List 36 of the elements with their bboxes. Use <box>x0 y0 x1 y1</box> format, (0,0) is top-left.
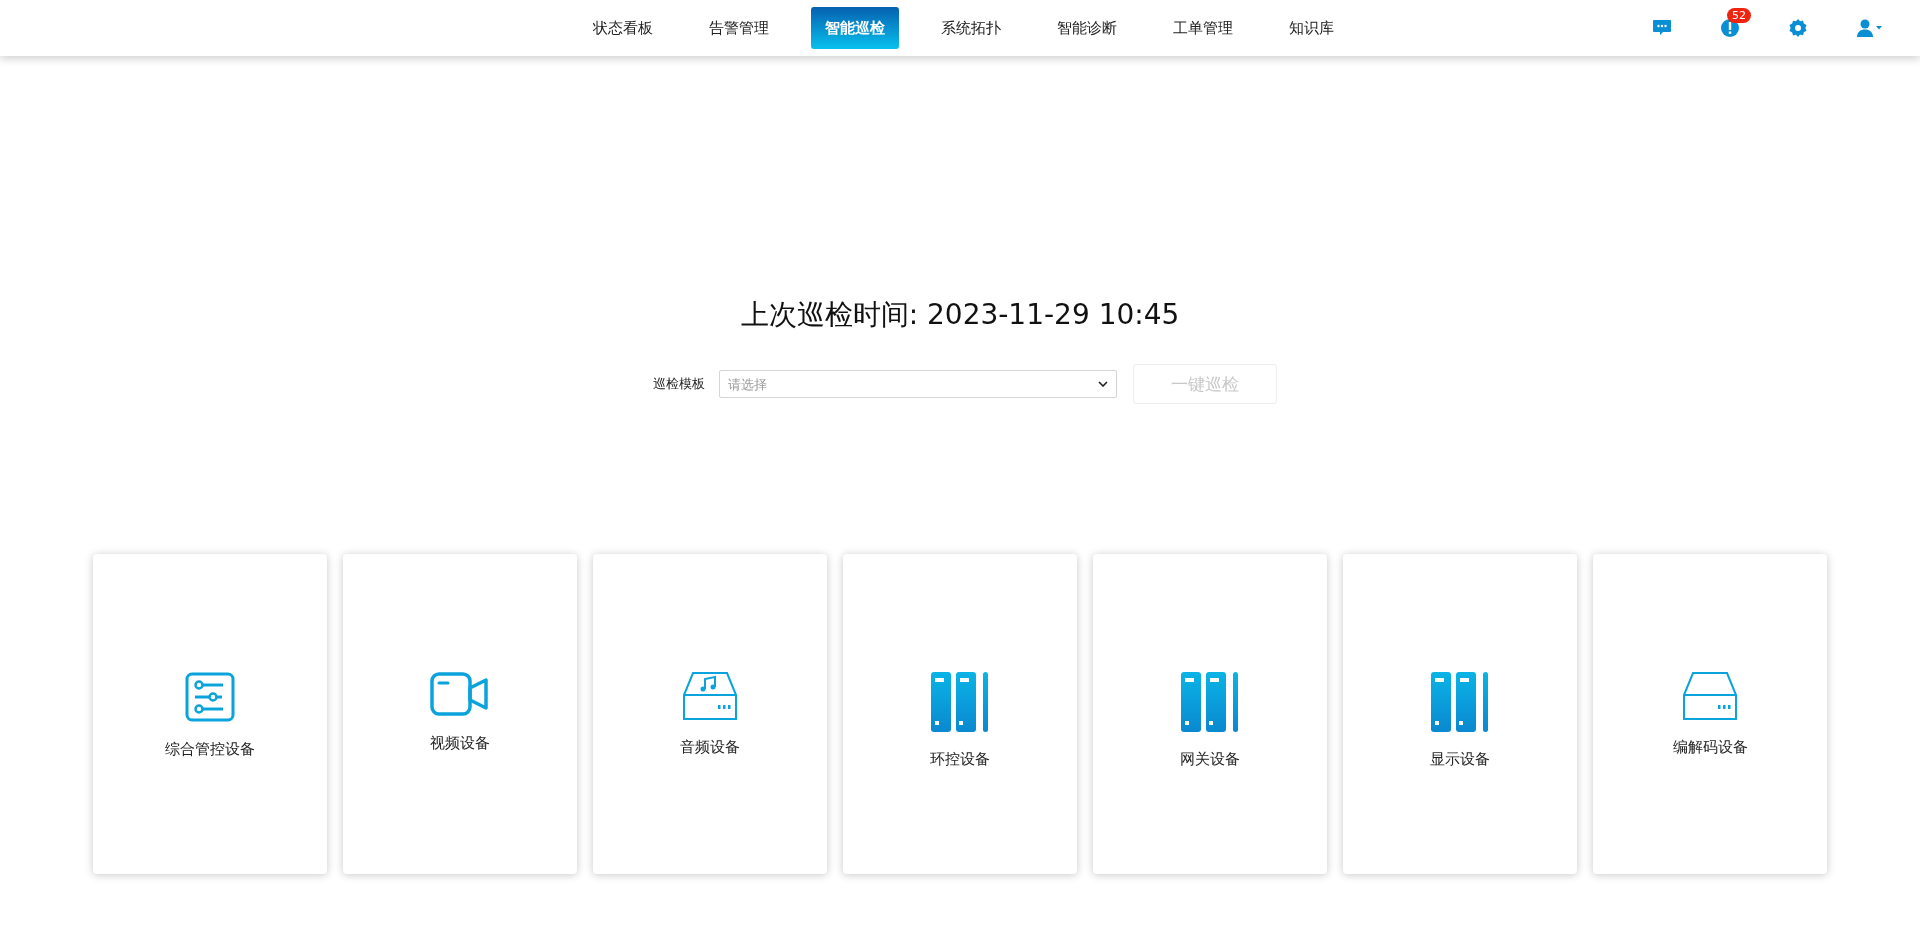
drive-icon <box>1683 672 1737 720</box>
device-name: 综合管控设备 <box>165 740 255 759</box>
device-name: 网关设备 <box>1180 750 1240 769</box>
nav-tab[interactable]: 智能诊断 <box>1043 7 1131 49</box>
chevron-down-icon <box>1098 381 1108 387</box>
device-card[interactable]: 环控设备 <box>843 554 1077 874</box>
device-name: 环控设备 <box>930 750 990 769</box>
server-rack-icon <box>931 672 989 732</box>
chat-icon[interactable] <box>1652 19 1672 37</box>
device-name: 显示设备 <box>1430 750 1490 769</box>
nav-tab[interactable]: 告警管理 <box>695 7 783 49</box>
settings-icon[interactable] <box>1788 18 1808 38</box>
device-card[interactable]: 网关设备 <box>1093 554 1327 874</box>
device-card[interactable]: 视频设备 <box>343 554 577 874</box>
server-rack-icon <box>1431 672 1489 732</box>
template-label: 巡检模板 <box>653 375 705 393</box>
nav-tab[interactable]: 知识库 <box>1275 7 1348 49</box>
nav-tab[interactable]: 系统拓扑 <box>927 7 1015 49</box>
template-select[interactable]: 请选择 <box>719 370 1117 398</box>
nav-tab[interactable]: 工单管理 <box>1159 7 1247 49</box>
device-card[interactable]: 综合管控设备 <box>93 554 327 874</box>
notification-badge: 52 <box>1727 8 1751 23</box>
device-card[interactable]: 音频设备 <box>593 554 827 874</box>
device-name: 音频设备 <box>680 738 740 757</box>
device-card[interactable]: 显示设备 <box>1343 554 1577 874</box>
sliders-icon <box>185 672 235 722</box>
device-name: 编解码设备 <box>1672 738 1748 757</box>
device-card[interactable]: 编解码设备 <box>1593 554 1827 874</box>
server-rack-icon <box>1181 672 1239 732</box>
music-drive-icon <box>683 672 737 720</box>
video-camera-icon <box>430 672 490 716</box>
nav-tab[interactable]: 智能巡检 <box>811 7 899 49</box>
nav-tab[interactable]: 状态看板 <box>579 7 667 49</box>
device-name: 视频设备 <box>430 734 490 753</box>
last-inspection-time: 上次巡检时间: 2023-11-29 10:45 <box>740 297 1180 333</box>
user-menu-icon[interactable] <box>1856 18 1882 38</box>
